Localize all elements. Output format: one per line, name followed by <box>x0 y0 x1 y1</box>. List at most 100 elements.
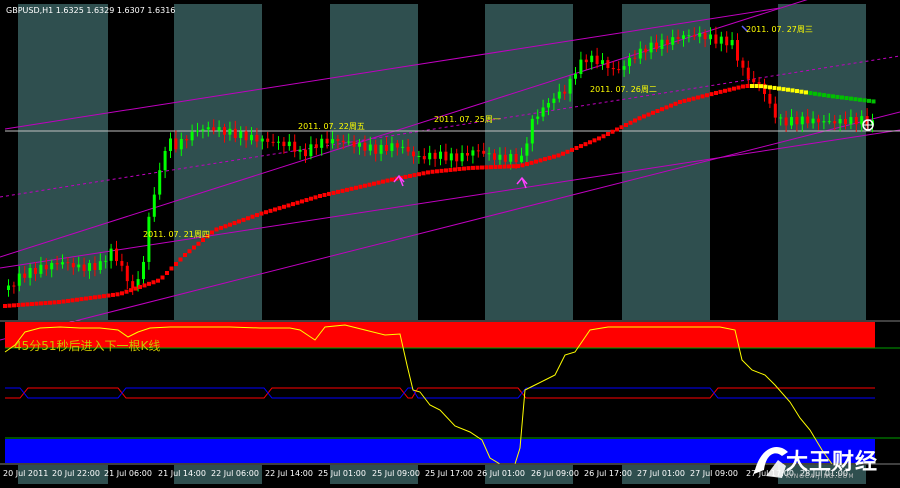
ma-dot <box>849 96 853 101</box>
ma-dot <box>12 303 16 308</box>
ma-dot <box>853 97 858 102</box>
crosshair-icon[interactable] <box>862 119 874 131</box>
ma-dot <box>295 200 300 205</box>
ma-dot <box>516 164 520 169</box>
candle-body <box>71 263 75 268</box>
date-label-mon: 2011. 07. 25周一 <box>434 115 501 124</box>
candle-body <box>757 82 761 84</box>
candle-body <box>239 131 243 138</box>
candle-body <box>741 60 745 68</box>
candle-body <box>352 141 356 147</box>
ma-dot <box>115 292 120 297</box>
x-axis-tick: 26 Jul 17:00 <box>584 469 632 478</box>
ma-dot <box>781 87 786 92</box>
ma-dot <box>142 283 147 288</box>
candle-body <box>736 40 739 61</box>
candle-body <box>817 118 820 123</box>
ma-dot <box>277 206 282 211</box>
ma-dot <box>363 183 367 188</box>
candle-body <box>617 69 621 71</box>
candle-body <box>800 116 804 125</box>
ma-dot <box>223 224 228 229</box>
ma-dot <box>705 93 709 98</box>
candle-body <box>584 59 588 63</box>
candle-body <box>196 130 199 132</box>
ma-dot <box>556 153 561 158</box>
candle-body <box>590 55 594 63</box>
ma-dot <box>268 208 273 213</box>
candle-body <box>638 48 642 59</box>
candle-body <box>298 149 302 152</box>
ma-dot <box>151 280 156 285</box>
candle-body <box>93 263 97 270</box>
ma-dot <box>840 95 844 100</box>
ma-dot <box>286 203 291 208</box>
candle-body <box>687 35 691 37</box>
candle-body <box>374 144 378 154</box>
session-band <box>330 4 418 320</box>
session-band <box>485 4 573 320</box>
candle-body <box>622 66 626 70</box>
ma-dot <box>862 98 867 103</box>
ma-dot <box>867 98 871 103</box>
x-axis-tick: 25 Jul 09:00 <box>372 469 420 478</box>
candle-body <box>28 268 32 278</box>
ma-dot <box>304 198 309 203</box>
candle-body <box>692 35 696 37</box>
indicator-blue-zone <box>5 439 875 463</box>
ma-dot <box>687 97 691 102</box>
ma-dot <box>678 100 682 104</box>
candle-body <box>628 57 631 67</box>
candle-body <box>779 117 783 119</box>
ma-dot <box>372 181 376 186</box>
ma-dot <box>30 302 34 307</box>
ma-dot <box>462 166 466 171</box>
candle-body <box>552 98 556 103</box>
ma-dot <box>493 164 498 169</box>
candle-body <box>466 152 469 156</box>
candle-body <box>606 60 610 68</box>
ma-dot <box>358 184 363 189</box>
ma-dot <box>457 167 462 172</box>
candle-body <box>266 138 270 142</box>
ma-dot <box>714 91 718 95</box>
candle-body <box>23 273 27 278</box>
candle-body <box>190 131 194 141</box>
ma-dot <box>529 160 534 165</box>
ma-dot <box>498 164 502 169</box>
candle-body <box>115 248 118 262</box>
ma-dot <box>219 225 223 230</box>
ma-dot <box>381 179 385 184</box>
candle-body <box>795 117 799 125</box>
price-chart[interactable] <box>0 0 900 484</box>
candle-body <box>282 141 286 147</box>
ma-dot <box>93 295 97 300</box>
candle-body <box>520 155 523 162</box>
candle-body <box>325 138 329 144</box>
ma-dot <box>745 84 750 88</box>
candle-body <box>649 42 653 53</box>
candle-body <box>401 146 405 148</box>
ma-dot <box>682 98 687 103</box>
candle-body <box>676 37 680 39</box>
ma-dot <box>475 165 480 170</box>
ma-dot <box>147 281 151 286</box>
ma-dot <box>210 230 214 235</box>
ma-dot <box>718 89 723 94</box>
candle-body <box>314 144 318 148</box>
ma-dot <box>111 292 115 297</box>
ma-dot <box>340 188 345 193</box>
ma-dot <box>448 167 453 172</box>
candle-body <box>476 150 480 152</box>
x-axis-tick: 20 Jul 2011 <box>3 469 49 478</box>
ma-dot <box>408 174 412 178</box>
symbol-info: GBPUSD,H1 1.6325 1.6329 1.6307 1.6316 <box>6 6 176 15</box>
ma-dot <box>759 84 763 89</box>
ma-dot <box>808 91 813 96</box>
ma-dot <box>768 85 772 90</box>
ma-dot <box>291 202 295 207</box>
candle-body <box>730 40 734 46</box>
candle-body <box>838 118 842 124</box>
candle-body <box>768 93 772 104</box>
candle-body <box>201 129 205 131</box>
